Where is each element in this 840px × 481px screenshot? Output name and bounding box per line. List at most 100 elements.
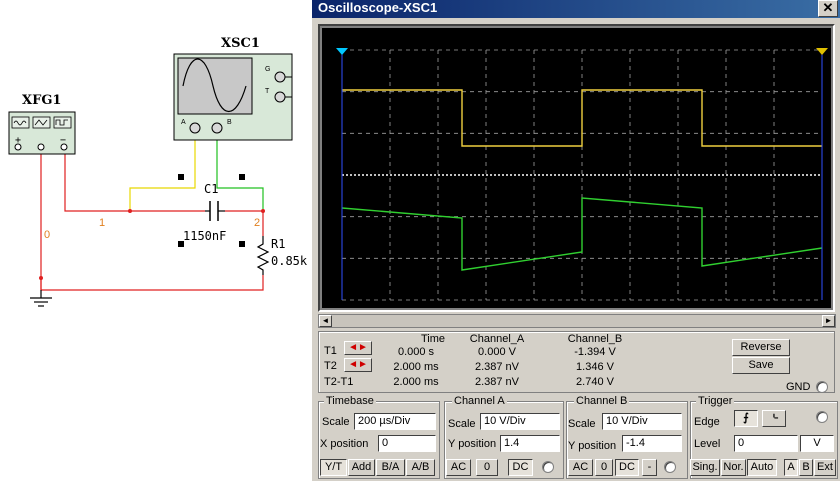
trigger-normal-button[interactable]: Nor. <box>721 459 746 476</box>
trigger-level-unit[interactable]: V <box>800 435 834 452</box>
channel-a-title: Channel A <box>452 395 507 407</box>
readout-t1-time: 0.000 s <box>397 346 435 358</box>
wire-node-1[interactable] <box>64 150 205 212</box>
trigger-edge-label: Edge <box>694 416 720 428</box>
readout-t2-chb: 1.346 V <box>576 361 614 373</box>
channel-b-dc-button[interactable]: DC <box>615 459 639 476</box>
channel-b-radio[interactable] <box>664 461 676 473</box>
readout-diff-chb: 2.740 V <box>576 376 614 388</box>
window-title: Oscilloscope-XSC1 <box>318 0 438 15</box>
timebase-xpos-field[interactable]: 0 <box>378 435 436 452</box>
scroll-left-button[interactable]: ◄ <box>319 315 332 327</box>
trigger-auto-button[interactable]: Auto <box>747 459 777 476</box>
channel-a-ac-button[interactable]: AC <box>446 459 471 476</box>
readout-diff-cha: 2.387 nV <box>474 376 520 388</box>
fg-minus: − <box>60 135 66 146</box>
readout-row-label: T1 <box>324 345 337 357</box>
trigger-title: Trigger <box>696 395 735 407</box>
readout-row-label: T2 <box>324 360 337 372</box>
trigger-falling-edge-button[interactable]: ⌎ <box>762 410 786 427</box>
readout-header-cha: Channel_A <box>469 333 525 345</box>
selection-handle[interactable] <box>239 241 245 247</box>
trigger-source-b-button[interactable]: B <box>799 459 813 476</box>
fg-plus: + <box>15 135 21 146</box>
channel-b-zero-button[interactable]: 0 <box>595 459 613 476</box>
ground-icon <box>30 290 52 307</box>
readout-diff-time: 2.000 ms <box>393 376 439 388</box>
function-generator-xfg1[interactable] <box>8 111 76 155</box>
scope-terminal-b: B <box>227 119 232 126</box>
resistor-value: 0.85k <box>271 254 308 268</box>
node-label-0: 0 <box>44 229 50 241</box>
gnd-label: GND <box>786 381 811 393</box>
readout-t1-chb: -1.394 V <box>574 346 616 358</box>
channel-b-scale-field[interactable]: 10 V/Div <box>602 413 682 430</box>
channel-a-scale-field[interactable]: 10 V/Div <box>480 413 560 430</box>
mode-add-button[interactable]: Add <box>348 459 375 476</box>
scope-display-frame <box>318 24 835 312</box>
save-button[interactable]: Save <box>732 357 790 374</box>
cursor-t1-move-button[interactable]: ◄► <box>344 341 372 355</box>
node-label-1: 1 <box>99 217 105 229</box>
selection-handle[interactable] <box>239 174 245 180</box>
trigger-single-button[interactable]: Sing. <box>690 459 720 476</box>
junction-node-2 <box>261 209 265 213</box>
scope-display[interactable] <box>322 28 831 308</box>
timebase-title: Timebase <box>324 395 376 407</box>
channel-b-ypos-field[interactable]: -1.4 <box>622 435 682 452</box>
channel-a-scale-label: Scale <box>448 418 476 430</box>
timebase-xpos-label: X position <box>320 438 369 450</box>
channel-a-ypos-field[interactable]: 1.4 <box>500 435 560 452</box>
capacitor-value: 1150nF <box>183 229 226 243</box>
readout-t1-cha: 0.000 V <box>478 346 516 358</box>
trigger-rising-edge-button[interactable]: ⨍ <box>734 410 758 427</box>
mode-ab-button[interactable]: A/B <box>406 459 435 476</box>
readout-row-label: T2-T1 <box>324 376 354 388</box>
channel-a-radio[interactable] <box>542 461 554 473</box>
trigger-source-a-button[interactable]: A <box>784 459 798 476</box>
trigger-level-label: Level <box>694 438 721 450</box>
wire-channel-b[interactable] <box>216 134 264 211</box>
resistor-r1[interactable] <box>256 236 270 275</box>
wire-node-0[interactable] <box>40 150 264 291</box>
scope-terminal-a: A <box>181 119 186 126</box>
channel-b-scale-label: Scale <box>568 418 596 430</box>
timebase-scale-field[interactable]: 200 µs/Div <box>354 413 436 430</box>
cursor-t2-move-button[interactable]: ◄► <box>344 358 372 372</box>
oscilloscope-window: Oscilloscope-XSC1 ✕ ◄ ► Time Channel_A C… <box>310 0 840 481</box>
window-titlebar[interactable]: Oscilloscope-XSC1 ✕ <box>312 0 840 18</box>
wire-channel-a[interactable] <box>129 134 196 211</box>
junction-node-0 <box>39 276 43 280</box>
capacitor-c1[interactable] <box>205 201 225 221</box>
reverse-button[interactable]: Reverse <box>732 339 790 356</box>
schematic-canvas[interactable]: + − XFG1 A B G T XSC1 C1 1150nF R1 0.85k… <box>0 0 312 481</box>
channel-b-ac-button[interactable]: AC <box>568 459 593 476</box>
mode-yt-button[interactable]: Y/T <box>320 459 347 476</box>
readout-t2-cha: 2.387 nV <box>474 361 520 373</box>
readout-t2-time: 2.000 ms <box>393 361 439 373</box>
readout-header-chb: Channel_B <box>567 333 623 345</box>
scroll-right-button[interactable]: ► <box>822 315 835 327</box>
capacitor-label: C1 <box>204 182 218 196</box>
timebase-scale-label: Scale <box>322 416 350 428</box>
fg-label: XFG1 <box>22 93 61 108</box>
node-label-2: 2 <box>254 217 260 229</box>
channel-b-invert-button[interactable]: - <box>642 459 657 476</box>
selection-handle[interactable] <box>178 174 184 180</box>
channel-b-title: Channel B <box>574 395 630 407</box>
channel-b-ypos-label: Y position <box>568 440 617 452</box>
readout-header-time: Time <box>420 333 446 345</box>
trigger-radio[interactable] <box>816 411 828 423</box>
scope-terminal-t: T <box>265 88 270 95</box>
close-button[interactable]: ✕ <box>818 0 838 17</box>
trigger-level-field[interactable]: 0 <box>734 435 798 452</box>
channel-a-dc-button[interactable]: DC <box>508 459 533 476</box>
resistor-label: R1 <box>271 237 285 251</box>
trigger-source-ext-button[interactable]: Ext <box>814 459 836 476</box>
channel-a-ypos-label: Y position <box>448 438 497 450</box>
oscilloscope-xsc1[interactable] <box>173 53 293 141</box>
horizontal-scrollbar[interactable]: ◄ ► <box>318 314 836 328</box>
mode-ba-button[interactable]: B/A <box>376 459 405 476</box>
channel-a-zero-button[interactable]: 0 <box>476 459 498 476</box>
gnd-radio[interactable] <box>816 381 828 393</box>
